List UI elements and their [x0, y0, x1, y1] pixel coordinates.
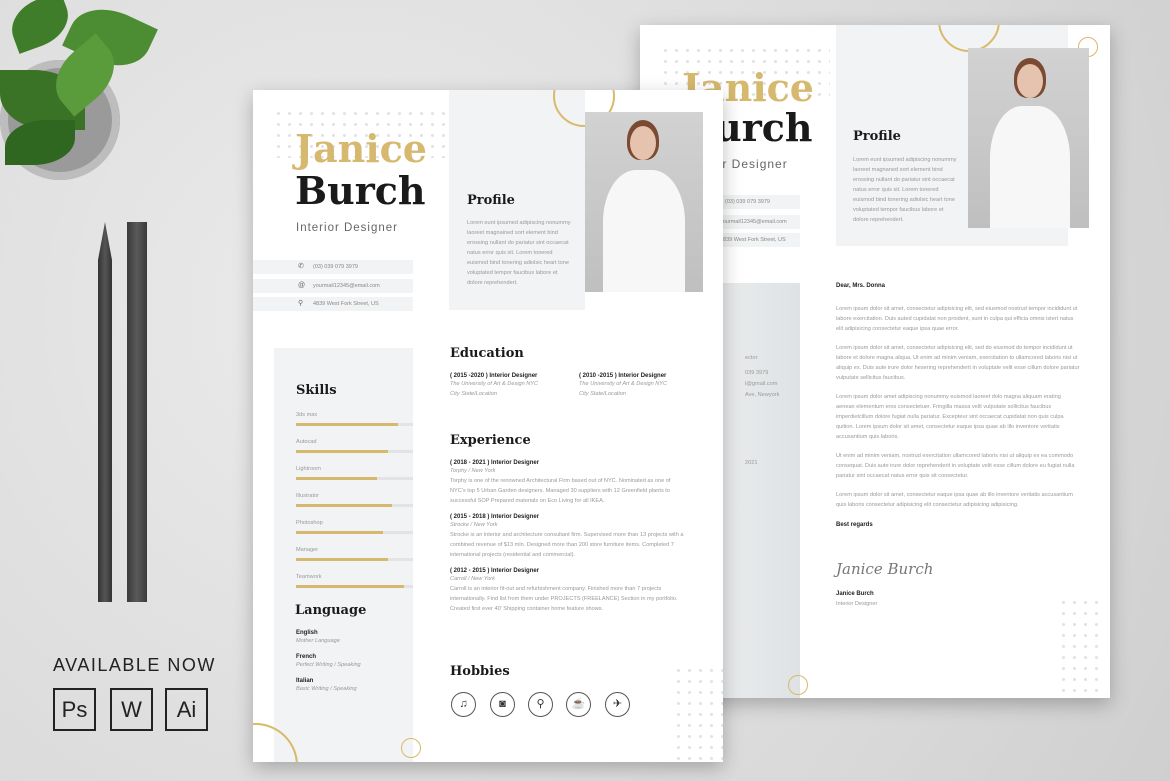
contact-phone: ✆ (03) 039 079 3979	[253, 260, 413, 274]
contact-email: @ yourmail12345@email.com	[253, 279, 413, 293]
experience-heading: Experience	[450, 433, 531, 448]
music-icon: ♫	[451, 692, 476, 717]
experience-desc: Torphy is one of the renowned Architectu…	[450, 478, 671, 504]
letter-profile-photo	[968, 48, 1089, 228]
letter-profile-heading: Profile	[853, 129, 901, 144]
side-address: Ave, Newyork	[745, 392, 780, 398]
airplane-icon: ✈	[605, 692, 630, 717]
skill-item: Autocad	[296, 437, 413, 453]
letter-paragraph: Ut enim ad minim veniam, nostrud exercit…	[836, 453, 1075, 479]
cycling-icon: ⚲	[528, 692, 553, 717]
letter-closing: Best regards	[836, 522, 873, 528]
coffee-icon: ☕	[566, 692, 591, 717]
language-heading: Language	[295, 603, 367, 618]
language-level: Basic Writing / Speaking	[296, 686, 357, 692]
skill-bar-fill	[296, 504, 392, 507]
email-text: yourmail12345@email.com	[313, 283, 380, 289]
camera-icon: ◙	[490, 692, 515, 717]
job-title: Interior Designer	[296, 222, 399, 234]
phone-icon: ✆	[298, 263, 304, 270]
skill-name: Illustrator	[296, 493, 320, 499]
illustrator-format-icon: Ai	[165, 688, 208, 731]
skill-item: Teamwork	[296, 572, 413, 588]
skills-list: 3ds max Autocad Lightroom Illustrator Photos…	[296, 410, 413, 599]
skill-bar-fill	[296, 477, 377, 480]
phone-text: (03) 039 079 3979	[313, 264, 358, 270]
first-name: Janice	[295, 126, 427, 171]
letter-paragraph: Lorem ipsum dolor sit amet, consectetur …	[836, 306, 1078, 332]
skill-bar	[296, 423, 413, 426]
education-school: The University of Art & Design NYC	[579, 381, 668, 387]
education-school: The University of Art & Design NYC	[450, 381, 539, 387]
experience-company: Torphy / New York	[450, 468, 496, 474]
language-level: Perfect Writing / Speaking	[296, 662, 361, 668]
last-name: Burch	[295, 168, 426, 213]
skill-bar	[296, 450, 413, 453]
skill-bar	[296, 504, 413, 507]
skill-item: Illustrator	[296, 491, 413, 507]
experience-desc: Carroll is an interior fit-out and refur…	[450, 586, 678, 612]
skill-name: 3ds max	[296, 412, 318, 418]
pencil-decoration	[127, 222, 147, 602]
at-icon: @	[298, 282, 306, 289]
sidebar-panel: Skills 3ds max Autocad Lightroom Illustrato…	[274, 348, 413, 762]
skill-item: Manager	[296, 545, 413, 561]
skill-bar-fill	[296, 531, 383, 534]
letter-paragraph: Lorem ipsum dolor sit amet, consectetur …	[836, 345, 1080, 381]
signature-image: Janice Burch	[836, 560, 934, 578]
education-location: City State/Location	[450, 391, 497, 397]
plant-decoration	[0, 0, 160, 185]
letter-sign-title: Interior Designer	[836, 601, 878, 607]
letter-greeting: Dear, Mrs. Donna	[836, 283, 886, 289]
skill-item: Lightroom	[296, 464, 413, 480]
experience-company: Strocke / New York	[450, 522, 498, 528]
profile-photo	[585, 112, 703, 292]
side-role: ector	[745, 355, 758, 361]
skill-item: 3ds max	[296, 410, 413, 426]
skill-name: Autocad	[296, 439, 317, 445]
skill-bar	[296, 477, 413, 480]
profile-text: Lorem eunt ipsumed adipiscing nonummy la…	[467, 220, 571, 286]
skill-bar-fill	[296, 450, 389, 453]
skills-heading: Skills	[296, 383, 337, 398]
side-phone: 039 3979	[745, 370, 769, 376]
experience-desc: Strocke is an interior and architecture …	[450, 532, 684, 558]
side-year: 2021	[745, 460, 758, 466]
available-now-label: AVAILABLE NOW	[53, 655, 216, 675]
hobbies-heading: Hobbies	[450, 664, 510, 679]
letter-paragraph: Lorem ipsum dolor sit amet, consectetur …	[836, 492, 1073, 508]
resume-page: Janice Burch Interior Designer ✆ (03) 039…	[253, 90, 723, 762]
skill-bar	[296, 531, 413, 534]
education-location: City State/Location	[579, 391, 626, 397]
pencil-decoration	[98, 222, 112, 602]
location-pin-icon: ⚲	[298, 300, 304, 307]
skill-name: Photoshop	[296, 520, 323, 526]
skill-name: Teamwork	[296, 574, 322, 580]
contact-address: ⚲ 4839 West Fork Street, US	[253, 297, 413, 311]
letter-profile-text: Lorem eunt ipsumed adipiscing nonummy la…	[853, 157, 957, 223]
skill-bar	[296, 558, 413, 561]
skill-bar-fill	[296, 558, 389, 561]
photoshop-format-icon: Ps	[53, 688, 96, 731]
side-email: l@gmail.com	[745, 381, 778, 387]
skill-name: Lightroom	[296, 466, 321, 472]
letter-paragraph: Lorem ipsum dolor amet adipiscing nonumm…	[836, 394, 1064, 440]
profile-heading: Profile	[467, 193, 515, 208]
language-level: Mother Language	[296, 638, 340, 644]
education-heading: Education	[450, 346, 524, 361]
skill-name: Manager	[296, 547, 319, 553]
skill-bar-fill	[296, 423, 398, 426]
letter-sign-name: Janice Burch	[836, 591, 874, 597]
skill-bar	[296, 585, 413, 588]
experience-company: Carroll / New York	[450, 576, 495, 582]
skill-bar-fill	[296, 585, 404, 588]
address-text: 4839 West Fork Street, US	[313, 301, 379, 307]
word-format-icon: W	[110, 688, 153, 731]
skill-item: Photoshop	[296, 518, 413, 534]
